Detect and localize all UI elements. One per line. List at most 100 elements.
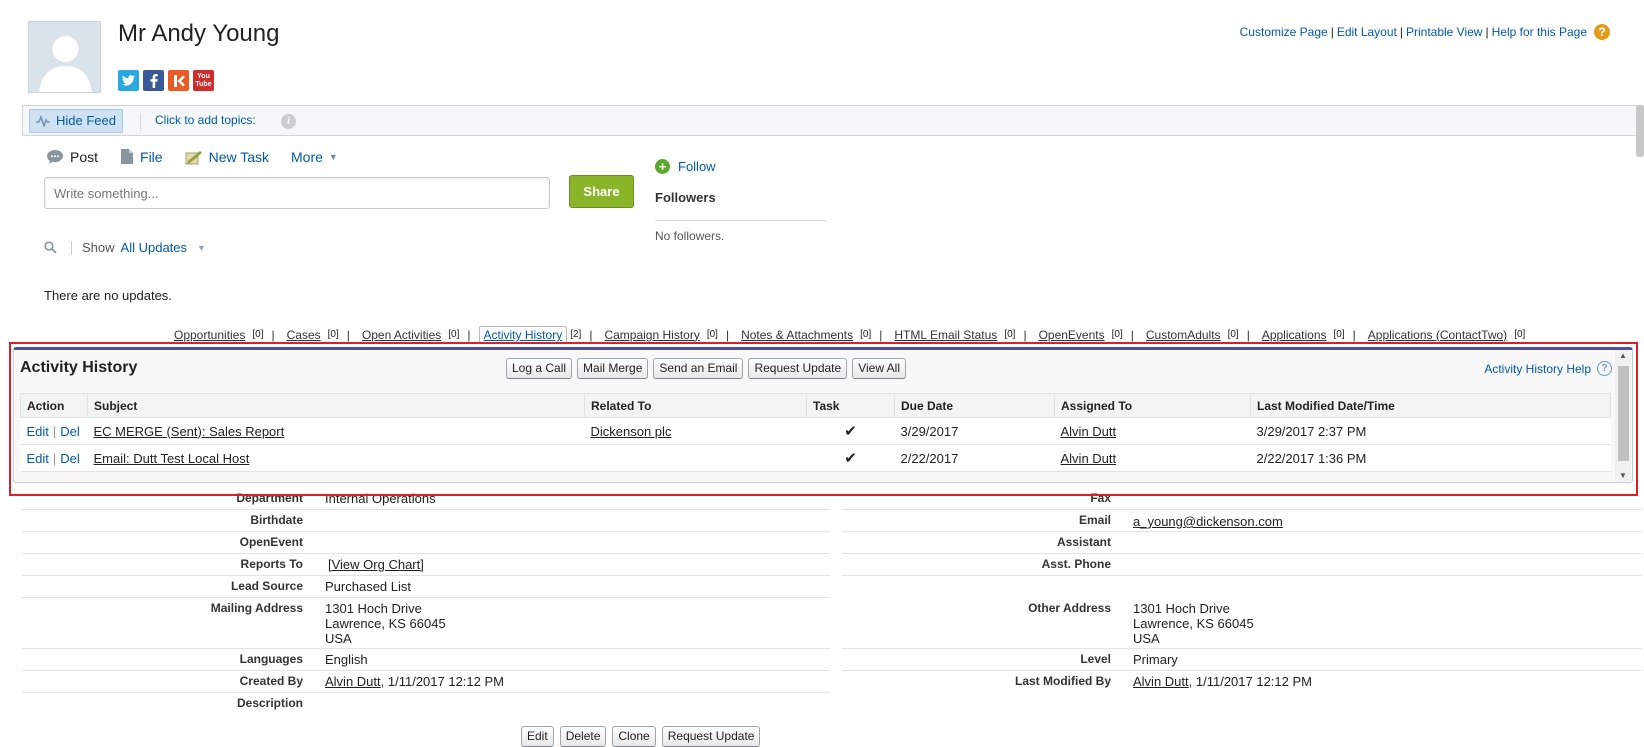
related-link-customadults[interactable]: CustomAdults bbox=[1142, 327, 1225, 343]
scroll-up-arrow[interactable]: ▲ bbox=[1619, 351, 1627, 360]
twitter-icon[interactable] bbox=[118, 70, 139, 91]
subject-link[interactable]: Email: Dutt Test Local Host bbox=[94, 451, 250, 466]
related-link-cases[interactable]: Cases bbox=[283, 327, 325, 343]
social-links: You Tube bbox=[118, 70, 214, 91]
top-links: Customize Page | Edit Layout | Printable… bbox=[1240, 24, 1610, 40]
pulse-icon bbox=[36, 115, 50, 127]
no-updates-text: There are no updates. bbox=[44, 288, 172, 303]
panel-scrollbar[interactable]: ▲ ▼ bbox=[1615, 350, 1631, 481]
mailing-address-value: 1301 Hoch Drive Lawrence, KS 66045 USA bbox=[325, 601, 446, 646]
task-icon bbox=[185, 150, 202, 164]
edit-link[interactable]: Edit bbox=[27, 451, 49, 466]
row-actions: Edit | Del bbox=[20, 444, 88, 472]
facebook-icon[interactable] bbox=[143, 70, 164, 91]
tab-post[interactable]: Post bbox=[46, 148, 98, 165]
help-icon[interactable]: ? bbox=[1597, 361, 1612, 376]
post-bubble-icon bbox=[47, 149, 63, 164]
delete-button[interactable]: Delete bbox=[559, 726, 607, 747]
last-modified-by-label: Last Modified By bbox=[1014, 674, 1111, 688]
request-update-button[interactable]: Request Update bbox=[661, 726, 761, 747]
related-link-campaign-history[interactable]: Campaign History bbox=[600, 327, 703, 343]
subject-link[interactable]: EC MERGE (Sent): Sales Report bbox=[94, 424, 285, 439]
activity-history-panel: Activity History Log a Call Mail Merge S… bbox=[13, 347, 1633, 483]
hide-feed-button[interactable]: Hide Feed bbox=[29, 109, 123, 133]
help-page-link[interactable]: Help for this Page bbox=[1492, 25, 1587, 39]
publisher-tabs: Post File New Task More ▼ bbox=[46, 148, 360, 165]
last-modified-cell: 2/22/2017 1:36 PM bbox=[1250, 444, 1611, 472]
request-update-button[interactable]: Request Update bbox=[748, 358, 848, 379]
tab-file[interactable]: File bbox=[120, 148, 163, 165]
last-modified-cell: 3/29/2017 2:37 PM bbox=[1250, 417, 1611, 445]
assigned-to-link[interactable]: Alvin Dutt bbox=[1061, 424, 1117, 439]
related-link-applications-contacttwo[interactable]: Applications (ContactTwo) bbox=[1364, 327, 1511, 343]
related-link-open-activities[interactable]: Open Activities bbox=[358, 327, 445, 343]
related-to-link[interactable]: Dickenson plc bbox=[591, 424, 672, 439]
column-header: Assigned To bbox=[1054, 393, 1251, 418]
other-address-label: Other Address bbox=[1028, 601, 1111, 615]
mail-merge-button[interactable]: Mail Merge bbox=[577, 358, 649, 379]
share-button[interactable]: Share bbox=[569, 175, 634, 208]
column-header: Subject bbox=[87, 393, 585, 418]
tab-new-task[interactable]: New Task bbox=[185, 148, 269, 165]
follow-button[interactable]: + Follow bbox=[655, 159, 716, 174]
related-link-opportunities[interactable]: Opportunities bbox=[170, 327, 249, 343]
log-a-call-button[interactable]: Log a Call bbox=[506, 358, 573, 379]
task-checkmark-icon: ✔ bbox=[806, 444, 895, 472]
related-link-applications[interactable]: Applications bbox=[1258, 327, 1331, 343]
related-link-html-email-status[interactable]: HTML Email Status bbox=[890, 327, 1001, 343]
reports-to-label: Reports To bbox=[240, 557, 303, 571]
lead-source-label: Lead Source bbox=[230, 579, 303, 593]
page-scrollbar[interactable] bbox=[1636, 105, 1644, 157]
level-label: Level bbox=[1080, 652, 1111, 666]
assigned-to-link[interactable]: Alvin Dutt bbox=[1061, 451, 1117, 466]
edit-link[interactable]: Edit bbox=[27, 424, 49, 439]
help-icon[interactable]: ? bbox=[1594, 24, 1610, 40]
post-input[interactable] bbox=[44, 177, 550, 209]
languages-value: English bbox=[325, 652, 368, 667]
related-link-count: [0] bbox=[1333, 329, 1345, 340]
view-org-chart-link[interactable]: [View Org Chart] bbox=[328, 557, 424, 572]
column-header: Action bbox=[20, 393, 88, 418]
related-link-count: [0] bbox=[860, 329, 872, 340]
printable-view-link[interactable]: Printable View bbox=[1406, 25, 1483, 39]
klout-icon[interactable] bbox=[168, 70, 189, 91]
all-updates-dropdown[interactable]: All Updates bbox=[121, 240, 187, 255]
birthdate-label: Birthdate bbox=[250, 513, 303, 527]
add-topics-link[interactable]: Click to add topics: bbox=[140, 113, 256, 131]
scroll-down-arrow[interactable]: ▼ bbox=[1619, 471, 1627, 480]
related-link-notes-attachments[interactable]: Notes & Attachments bbox=[737, 327, 857, 343]
search-icon[interactable] bbox=[44, 241, 57, 254]
edit-layout-link[interactable]: Edit Layout bbox=[1337, 25, 1397, 39]
related-link-count: [0] bbox=[1514, 329, 1526, 340]
column-header: Task bbox=[806, 393, 895, 418]
info-icon[interactable]: i bbox=[281, 114, 296, 129]
delete-link[interactable]: Del bbox=[60, 451, 80, 466]
related-link-activity-history[interactable]: Activity History bbox=[478, 326, 568, 343]
created-by-user-link[interactable]: Alvin Dutt bbox=[325, 674, 381, 689]
chevron-down-icon[interactable]: ▼ bbox=[197, 243, 206, 253]
activity-history-title: Activity History bbox=[20, 359, 138, 376]
last-modified-user-link[interactable]: Alvin Dutt bbox=[1133, 674, 1189, 689]
clone-button[interactable]: Clone bbox=[612, 726, 656, 747]
assigned-to-cell: Alvin Dutt bbox=[1054, 444, 1251, 472]
table-header-row: Action Subject Related To Task Due Date … bbox=[20, 393, 1611, 418]
assistant-label: Assistant bbox=[1056, 535, 1111, 549]
column-header: Last Modified Date/Time bbox=[1250, 393, 1611, 418]
scroll-thumb[interactable] bbox=[1618, 366, 1629, 461]
view-all-button[interactable]: View All bbox=[852, 358, 906, 379]
edit-button[interactable]: Edit bbox=[521, 726, 554, 747]
email-link[interactable]: a_young@dickenson.com bbox=[1133, 514, 1283, 529]
no-followers-text: No followers. bbox=[655, 229, 725, 243]
youtube-icon[interactable]: You Tube bbox=[193, 70, 214, 91]
delete-link[interactable]: Del bbox=[60, 424, 80, 439]
tab-more[interactable]: More ▼ bbox=[291, 148, 338, 165]
related-link-count: [0] bbox=[1227, 329, 1239, 340]
send-email-button[interactable]: Send an Email bbox=[653, 358, 744, 379]
task-checkmark-icon: ✔ bbox=[806, 417, 895, 445]
avatar bbox=[28, 21, 101, 93]
related-link-openevents[interactable]: OpenEvents bbox=[1035, 327, 1109, 343]
customize-page-link[interactable]: Customize Page bbox=[1240, 25, 1328, 39]
related-list-links: Opportunities [0] | Cases [0] | Open Activitie… bbox=[170, 326, 1525, 343]
activity-history-help-link[interactable]: Activity History Help ? bbox=[1484, 361, 1612, 376]
openevent-label: OpenEvent bbox=[239, 535, 303, 549]
